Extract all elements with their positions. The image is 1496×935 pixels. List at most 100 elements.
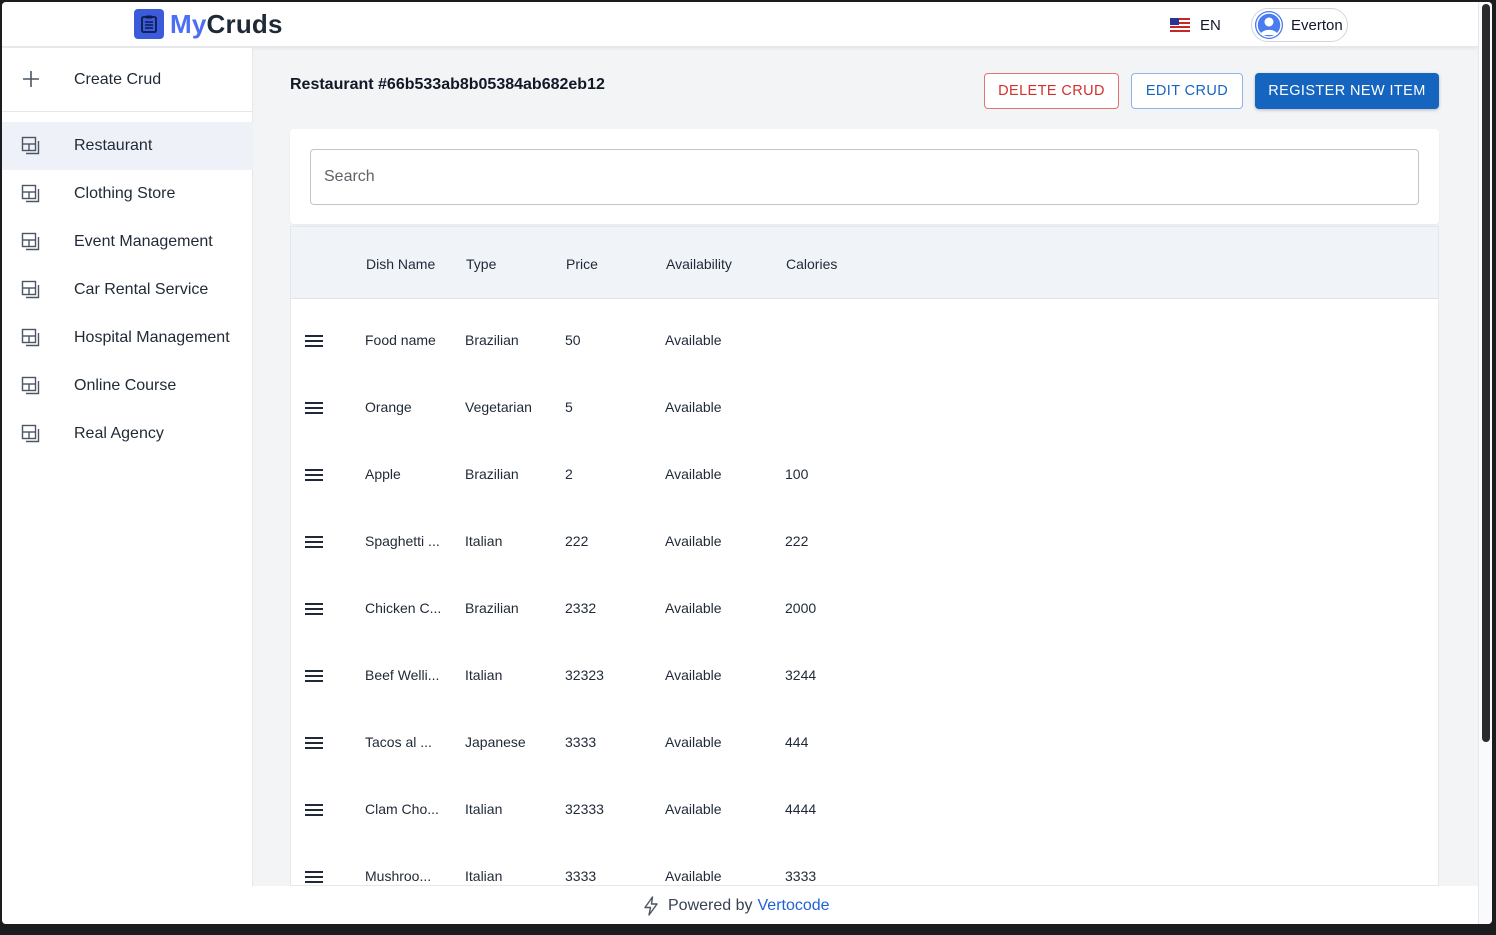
- table-row[interactable]: Chicken C... Brazilian 2332 Available 2000: [291, 574, 1438, 641]
- table-row[interactable]: Clam Cho... Italian 32333 Available 4444: [291, 775, 1438, 842]
- table-cell: Italian: [465, 533, 503, 549]
- footer: Powered by Vertocode: [2, 886, 1478, 924]
- table-cell: Available: [665, 600, 722, 616]
- table-cell: Spaghetti ...: [365, 533, 440, 549]
- user-name: Everton: [1291, 16, 1343, 34]
- table-row[interactable]: Tacos al ... Japanese 3333 Available 444: [291, 708, 1438, 775]
- drag-handle-icon[interactable]: [304, 602, 324, 616]
- drag-handle-icon[interactable]: [304, 334, 324, 348]
- language-code: EN: [1200, 16, 1221, 34]
- column-header[interactable]: Dish Name: [366, 256, 435, 272]
- page-title: Restaurant #66b533ab8b05384ab682eb12: [290, 76, 605, 93]
- table-cell: 2332: [565, 600, 597, 616]
- sidebar-item-online-course[interactable]: Online Course: [2, 362, 253, 410]
- table-cell: Brazilian: [465, 600, 519, 616]
- app-logo-text[interactable]: MyCruds: [170, 9, 283, 40]
- edit-crud-button[interactable]: EDIT CRUD: [1131, 73, 1243, 109]
- logo-suffix: Cruds: [206, 9, 283, 39]
- table-cell: 5: [565, 399, 573, 415]
- column-header[interactable]: Price: [566, 256, 598, 272]
- vertocode-link[interactable]: Vertocode: [758, 897, 830, 915]
- sidebar-item-event-management[interactable]: Event Management: [2, 218, 253, 266]
- search-card: [290, 129, 1439, 224]
- table-icon: [21, 376, 41, 396]
- table-cell: Apple: [365, 466, 401, 482]
- table-cell: Clam Cho...: [365, 801, 439, 817]
- drag-handle-icon[interactable]: [304, 535, 324, 549]
- sidebar-item-label: Clothing Store: [74, 185, 176, 202]
- drag-handle-icon[interactable]: [304, 468, 324, 482]
- drag-handle-icon[interactable]: [304, 669, 324, 683]
- sidebar-item-restaurant[interactable]: Restaurant: [2, 122, 253, 170]
- table-cell: Mushroo...: [365, 868, 432, 884]
- table-cell: 222: [565, 533, 589, 549]
- items-table: Dish Name Type Price Availability Calories F…: [290, 226, 1439, 886]
- search-input[interactable]: [310, 149, 1419, 205]
- delete-crud-button[interactable]: DELETE CRUD: [984, 73, 1119, 109]
- table-row[interactable]: Spaghetti ... Italian 222 Available 222: [291, 507, 1438, 574]
- table-cell: 444: [785, 734, 809, 750]
- app-window: MyCruds EN Everton Create Crud Restauran…: [2, 2, 1492, 924]
- table-row[interactable]: Beef Welli... Italian 32323 Available 3244: [291, 641, 1438, 708]
- table-cell: Available: [665, 734, 722, 750]
- lightning-bolt-icon: [644, 896, 658, 916]
- table-cell: 3333: [565, 868, 597, 884]
- table-cell: 2000: [785, 600, 817, 616]
- table-cell: Brazilian: [465, 332, 519, 348]
- sidebar-item-label: Real Agency: [74, 425, 164, 442]
- table-icon: [21, 184, 41, 204]
- plus-icon: [23, 71, 39, 87]
- table-cell: 3244: [785, 667, 817, 683]
- table-cell: Available: [665, 533, 722, 549]
- table-icon: [21, 424, 41, 444]
- column-header[interactable]: Availability: [666, 256, 732, 272]
- column-header[interactable]: Calories: [786, 256, 837, 272]
- sidebar-item-car-rental-service[interactable]: Car Rental Service: [2, 266, 253, 314]
- table-cell: Italian: [465, 667, 503, 683]
- create-crud-label: Create Crud: [74, 71, 162, 88]
- table-icon: [21, 232, 41, 252]
- table-row[interactable]: Food name Brazilian 50 Available: [291, 306, 1438, 373]
- table-cell: Available: [665, 399, 722, 415]
- table-row[interactable]: Orange Vegetarian 5 Available: [291, 373, 1438, 440]
- table-cell: Orange: [365, 399, 412, 415]
- column-header[interactable]: Type: [466, 256, 496, 272]
- drag-handle-icon[interactable]: [304, 401, 324, 415]
- user-menu-button[interactable]: Everton: [1251, 8, 1348, 42]
- sidebar-item-clothing-store[interactable]: Clothing Store: [2, 170, 253, 218]
- sidebar-item-real-agency[interactable]: Real Agency: [2, 410, 253, 458]
- table-cell: Available: [665, 466, 722, 482]
- table-cell: 222: [785, 533, 809, 549]
- table-cell: 100: [785, 466, 809, 482]
- us-flag-icon: [1170, 18, 1190, 32]
- footer-text: Powered by: [668, 897, 753, 914]
- table-cell: 50: [565, 332, 581, 348]
- sidebar-item-label: Car Rental Service: [74, 281, 209, 298]
- sidebar-item-hospital-management[interactable]: Hospital Management: [2, 314, 253, 362]
- table-cell: 32323: [565, 667, 604, 683]
- table-cell: Italian: [465, 868, 503, 884]
- table-cell: Chicken C...: [365, 600, 442, 616]
- table-cell: Available: [665, 801, 722, 817]
- sidebar-item-label: Event Management: [74, 233, 213, 250]
- sidebar-item-label: Hospital Management: [74, 329, 230, 346]
- table-cell: Available: [665, 667, 722, 683]
- table-cell: 32333: [565, 801, 604, 817]
- table-row[interactable]: Mushroo... Italian 3333 Available 3333: [291, 842, 1438, 885]
- drag-handle-icon[interactable]: [304, 736, 324, 750]
- window-scrollbar[interactable]: [1478, 2, 1492, 924]
- drag-handle-icon[interactable]: [304, 803, 324, 817]
- table-cell: 4444: [785, 801, 817, 817]
- table-cell: 3333: [565, 734, 597, 750]
- table-row[interactable]: Apple Brazilian 2 Available 100: [291, 440, 1438, 507]
- user-avatar-icon: [1255, 11, 1283, 39]
- table-cell: Tacos al ...: [365, 734, 432, 750]
- register-new-item-button[interactable]: REGISTER NEW ITEM: [1255, 73, 1439, 109]
- create-crud-button[interactable]: Create Crud: [2, 48, 253, 112]
- table-icon: [21, 328, 41, 348]
- sidebar-item-label: Restaurant: [74, 137, 153, 154]
- language-selector[interactable]: EN: [1170, 16, 1221, 34]
- table-icon: [21, 280, 41, 300]
- drag-handle-icon[interactable]: [304, 870, 324, 884]
- scrollbar-thumb[interactable]: [1482, 4, 1490, 742]
